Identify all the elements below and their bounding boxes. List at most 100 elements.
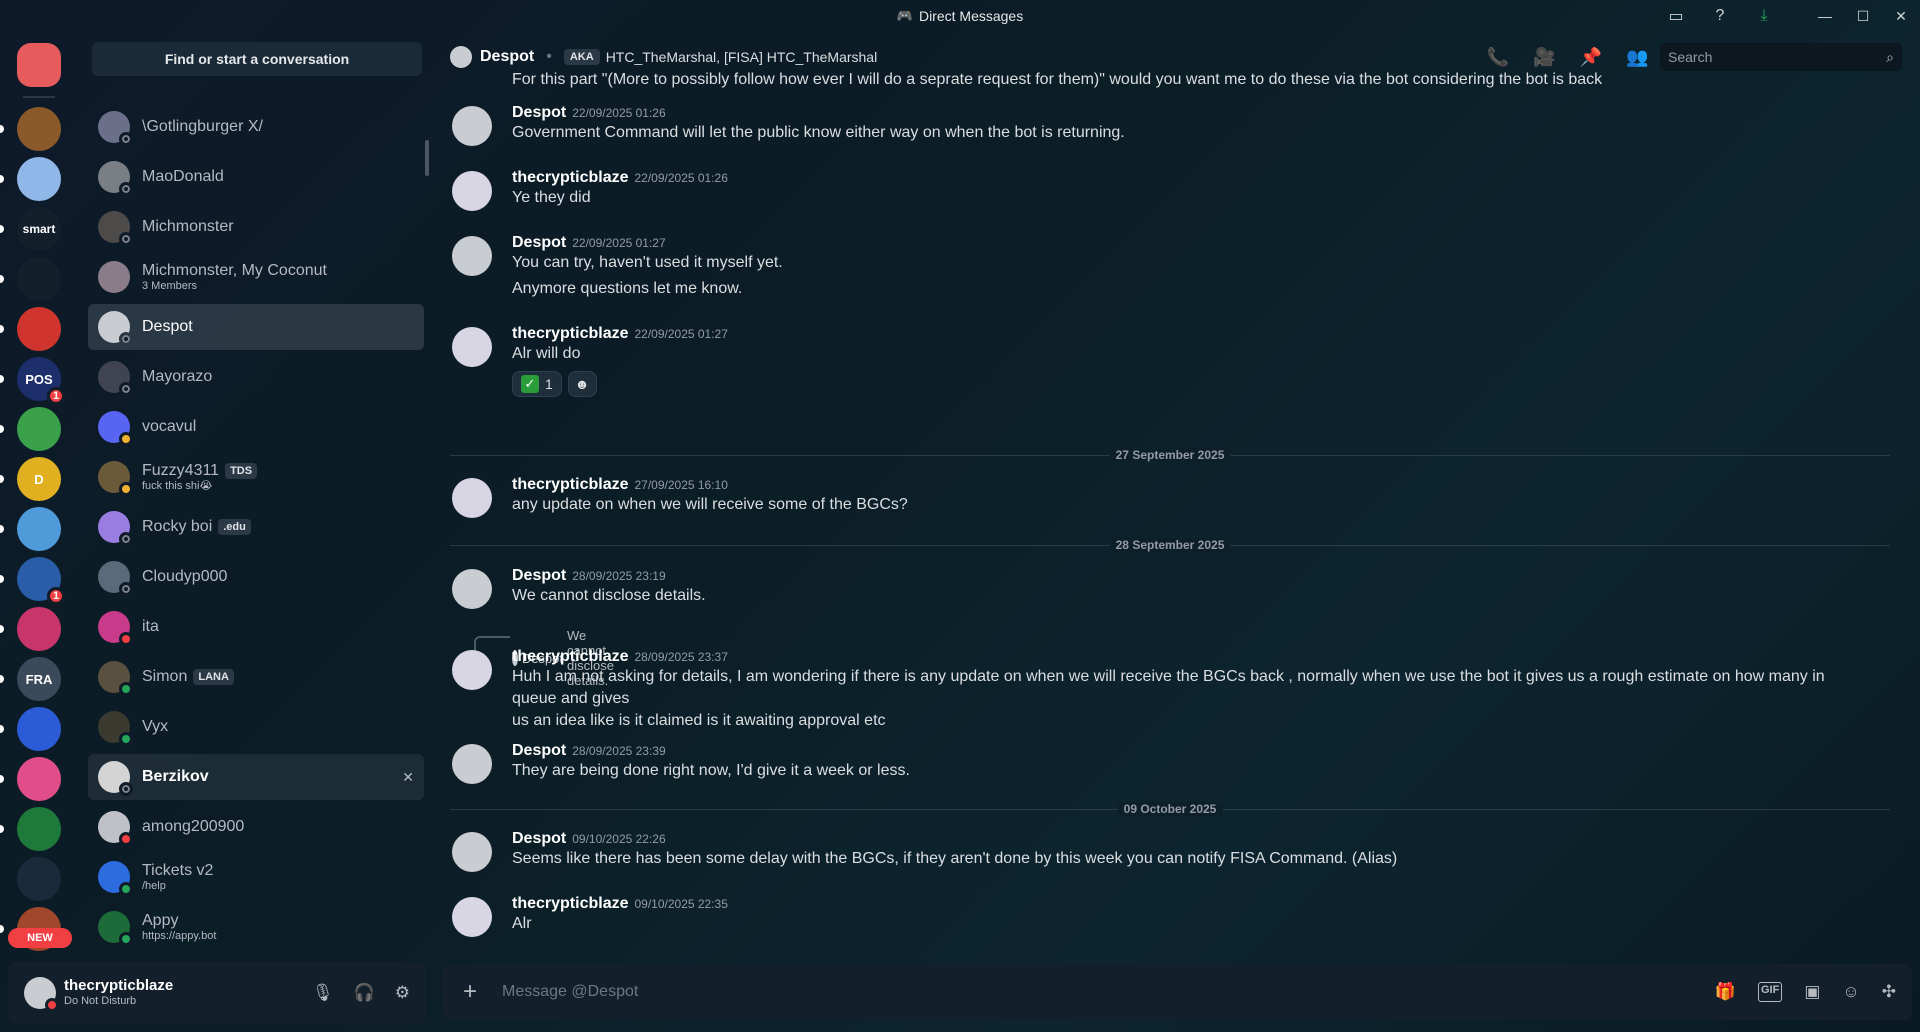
- microphone-icon[interactable]: 🎙: [312, 983, 334, 1003]
- user-info[interactable]: thecrypticblaze Do Not Disturb: [64, 977, 173, 1008]
- server-icon[interactable]: [0, 257, 61, 301]
- server-icon[interactable]: [0, 757, 61, 801]
- add-friend-icon[interactable]: 👥: [1626, 47, 1648, 68]
- server-icon[interactable]: [0, 607, 61, 651]
- message-author[interactable]: Despot: [512, 104, 566, 121]
- status-dnd-icon: [119, 632, 133, 646]
- user-name: thecrypticblaze: [64, 977, 174, 995]
- gif-icon[interactable]: GIF: [1757, 982, 1783, 1002]
- sticker-icon[interactable]: ▣: [1804, 982, 1820, 1002]
- message-author[interactable]: Despot: [512, 567, 566, 584]
- status-dnd-icon: [119, 832, 133, 846]
- dm-item-michmonster-coconut[interactable]: Michmonster, My Coconut 3 Members: [88, 254, 424, 300]
- reaction-check[interactable]: ✓ 1: [512, 371, 562, 397]
- dm-item-ita[interactable]: ita: [88, 604, 424, 650]
- server-folder-icon[interactable]: [17, 857, 61, 901]
- new-badge: NEW: [8, 928, 72, 948]
- avatar[interactable]: [452, 897, 492, 937]
- server-icon[interactable]: [0, 307, 61, 351]
- dm-item-vyx[interactable]: Vyx: [88, 704, 424, 750]
- message-author[interactable]: thecrypticblaze: [512, 169, 628, 186]
- dm-name-row: ita: [142, 618, 159, 636]
- message-author[interactable]: Despot: [512, 742, 566, 759]
- voice-call-icon[interactable]: 📞: [1487, 47, 1509, 68]
- server-icon[interactable]: D: [0, 457, 61, 501]
- dm-item-berzikov[interactable]: Berzikov ✕: [88, 754, 424, 800]
- message-timestamp: 22/09/2025 01:27: [572, 236, 666, 250]
- server-icon[interactable]: [0, 107, 61, 151]
- user-status: Do Not Disturb: [64, 995, 137, 1008]
- apps-icon[interactable]: ✣: [1882, 982, 1896, 1002]
- avatar[interactable]: [452, 106, 492, 146]
- dm-item-maodonald[interactable]: MaoDonald: [88, 154, 424, 200]
- dm-item-tickets-v2[interactable]: Tickets v2/help: [88, 854, 424, 900]
- server-icon[interactable]: [0, 707, 61, 751]
- download-icon[interactable]: ⤓: [1742, 0, 1786, 32]
- unread-indicator: [0, 175, 4, 183]
- dm-item-fuzzy4311[interactable]: Fuzzy4311 TDS fuck this shi😭: [88, 454, 424, 500]
- dm-item-among200900[interactable]: among200900: [88, 804, 424, 850]
- close-window-button[interactable]: ✕: [1882, 0, 1920, 32]
- maximize-button[interactable]: ☐: [1844, 0, 1882, 32]
- avatar[interactable]: [452, 832, 492, 872]
- avatar[interactable]: [24, 977, 59, 1012]
- dm-item-rocky-boi[interactable]: Rocky boi .edu: [88, 504, 424, 550]
- find-conversation-button[interactable]: Find or start a conversation: [92, 42, 422, 76]
- message-author[interactable]: thecrypticblaze: [512, 325, 628, 342]
- server-icon[interactable]: 1: [0, 557, 65, 605]
- attach-plus-icon[interactable]: +: [442, 978, 498, 1006]
- dm-item-cloudyp000[interactable]: Cloudyp000: [88, 554, 424, 600]
- pin-icon[interactable]: 📌: [1580, 47, 1602, 68]
- dm-text: Despot: [142, 318, 193, 336]
- server-icon[interactable]: [0, 507, 61, 551]
- message-author[interactable]: Despot: [512, 830, 566, 847]
- avatar: [98, 861, 133, 896]
- server-icon[interactable]: [17, 43, 61, 87]
- server-icon[interactable]: [0, 407, 61, 451]
- avatar[interactable]: [452, 650, 492, 690]
- server-rail: smart POS 1 D 1 FRA: [0, 32, 78, 1032]
- dm-item-mayorazo[interactable]: Mayorazo: [88, 354, 424, 400]
- avatar[interactable]: [452, 236, 492, 276]
- header-dm-name[interactable]: Despot: [480, 48, 534, 66]
- message-text: We cannot disclose details.: [512, 587, 706, 604]
- dm-item-vocavul[interactable]: vocavul: [88, 404, 424, 450]
- avatar[interactable]: [452, 478, 492, 518]
- avatar[interactable]: [452, 327, 492, 367]
- server-icon[interactable]: [0, 157, 61, 201]
- minimize-button[interactable]: —: [1806, 0, 1844, 32]
- message-author[interactable]: thecrypticblaze: [512, 648, 628, 665]
- dm-item-gotlingburger[interactable]: \Gotlingburger X/: [88, 104, 424, 150]
- message-author[interactable]: Despot: [512, 234, 566, 251]
- emoji-icon[interactable]: ☺: [1842, 982, 1859, 1002]
- dm-item-appy[interactable]: Appy https://appy.bot: [88, 904, 424, 946]
- add-reaction-button[interactable]: ☻: [567, 371, 597, 397]
- dm-item-simon[interactable]: Simon LANA: [88, 654, 424, 700]
- avatar[interactable]: [452, 569, 492, 609]
- close-dm-icon[interactable]: ✕: [402, 769, 414, 786]
- dm-text: vocavul: [142, 418, 196, 436]
- message-input[interactable]: Message @Despot: [502, 983, 638, 1001]
- settings-gear-icon[interactable]: ⚙: [395, 983, 410, 1003]
- server-icon[interactable]: [0, 807, 61, 851]
- server-icon[interactable]: smart: [0, 207, 61, 251]
- video-call-icon[interactable]: 🎥: [1533, 47, 1555, 68]
- help-icon[interactable]: ?: [1698, 0, 1742, 32]
- avatar: [98, 411, 133, 446]
- dm-item-partial[interactable]: [88, 86, 424, 100]
- headphones-icon[interactable]: 🎧: [354, 983, 375, 1003]
- titlebar-controls: ▭ ? ⤓ — ☐ ✕: [1654, 0, 1920, 32]
- dm-item-despot[interactable]: Despot: [88, 304, 424, 350]
- gift-icon[interactable]: 🎁: [1715, 982, 1736, 1002]
- server-icon[interactable]: POS 1: [0, 357, 65, 405]
- inbox-icon[interactable]: ▭: [1654, 0, 1698, 32]
- server-icon[interactable]: FRA: [0, 657, 61, 701]
- message-author[interactable]: thecrypticblaze: [512, 895, 628, 912]
- avatar[interactable]: [452, 744, 492, 784]
- dm-item-michmonster[interactable]: Michmonster: [88, 204, 424, 250]
- message-author[interactable]: thecrypticblaze: [512, 476, 628, 493]
- search-input[interactable]: Search ⌕: [1660, 43, 1902, 71]
- dm-list-scrollbar[interactable]: [425, 140, 429, 176]
- dm-text: Fuzzy4311 TDS fuck this shi😭: [142, 462, 258, 492]
- avatar[interactable]: [452, 171, 492, 211]
